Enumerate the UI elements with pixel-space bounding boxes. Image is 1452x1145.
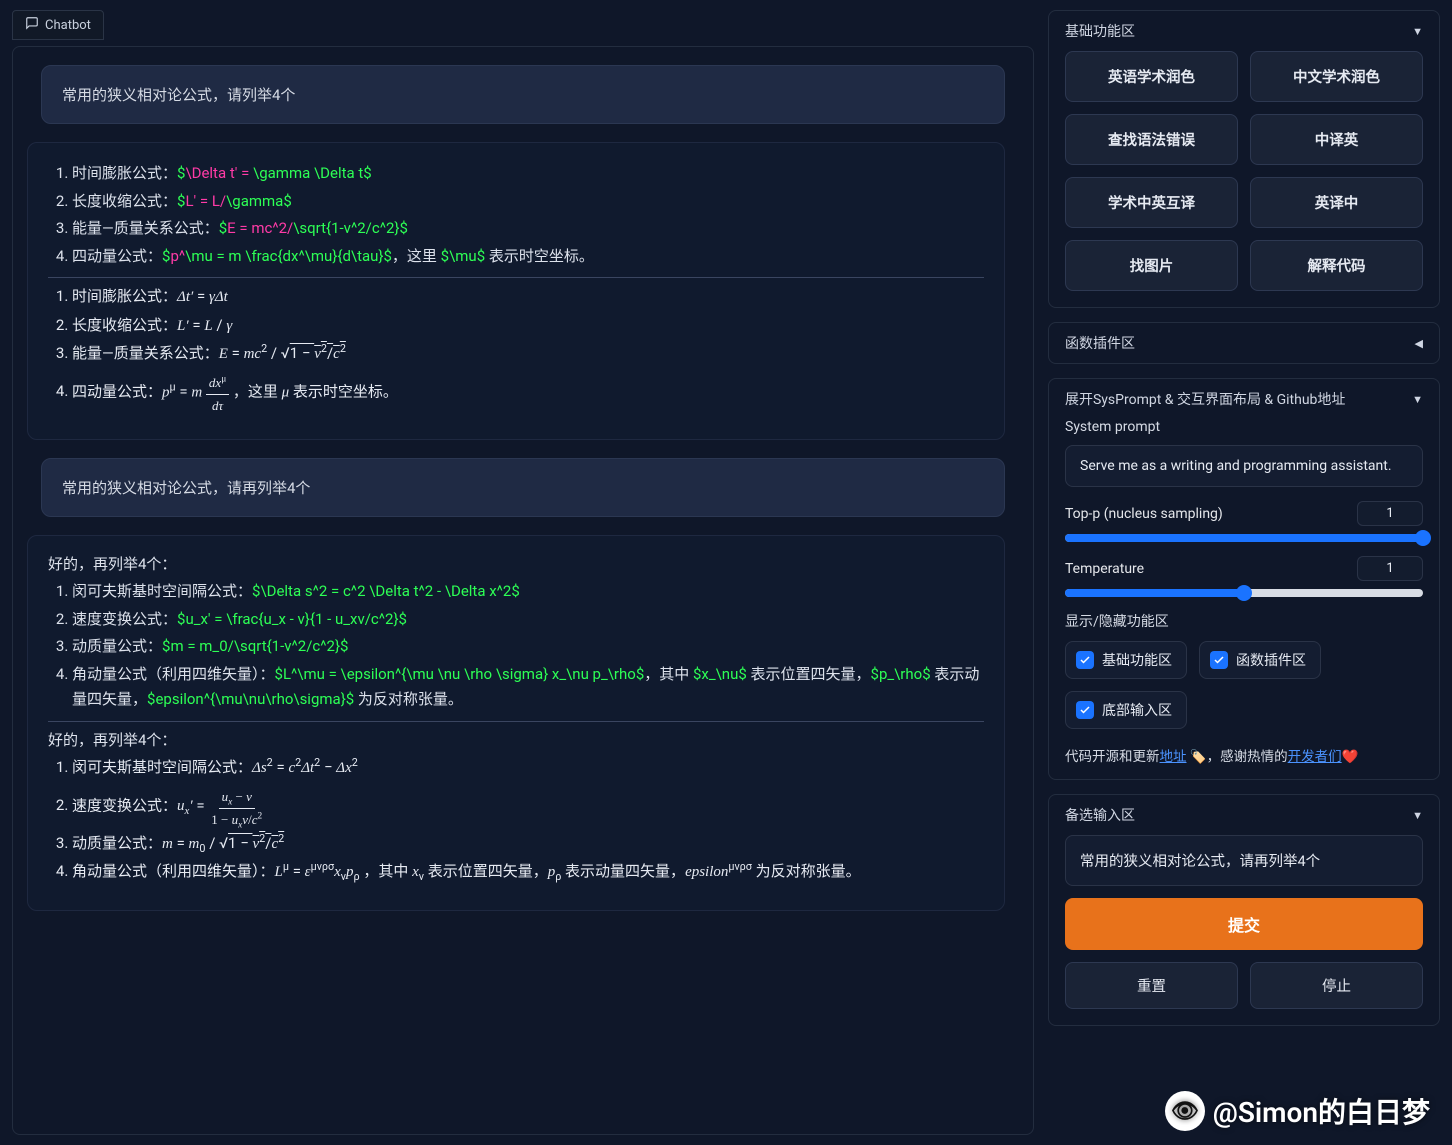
topp-value[interactable]: 1 [1357, 501, 1423, 526]
tab-strip: Chatbot [12, 10, 1034, 40]
reset-button[interactable]: 重置 [1065, 962, 1238, 1009]
assistant-message: 好的，再列举4个： 闵可夫斯基时空间隔公式：$\Delta s^2 = c^2 … [27, 535, 1005, 911]
panel-title: 备选输入区 [1065, 805, 1135, 825]
user-message: 常用的狭义相对论公式，请再列举4个 [41, 458, 1005, 517]
sys-prompt-input[interactable]: Serve me as a writing and programming as… [1065, 445, 1423, 487]
slider-thumb-icon[interactable] [1236, 585, 1252, 601]
panel-title: 展开SysPrompt & 交互界面布局 & Github地址 [1065, 389, 1345, 409]
fn-btn-zh2en[interactable]: 中译英 [1250, 114, 1423, 165]
fn-btn-grammar[interactable]: 查找语法错误 [1065, 114, 1238, 165]
heart-icon: ❤️ [1342, 749, 1359, 765]
checkbox-checked-icon [1210, 651, 1228, 669]
panel-expand-header[interactable]: 展开SysPrompt & 交互界面布局 & Github地址 ▼ [1049, 379, 1439, 419]
user-message: 常用的狭义相对论公式，请列举4个 [41, 65, 1005, 124]
panel-basic: 基础功能区 ▼ 英语学术润色 中文学术润色 查找语法错误 中译英 学术中英互译 … [1048, 10, 1440, 308]
credit-line: 代码开源和更新地址 🏷️，感谢热情的开发者们❤️ [1049, 745, 1439, 779]
checkbox-checked-icon [1076, 701, 1094, 719]
cb-bottom-input[interactable]: 底部输入区 [1065, 691, 1187, 729]
topp-label: Top-p (nucleus sampling) [1065, 506, 1223, 522]
checkbox-checked-icon [1076, 651, 1094, 669]
fn-btn-explain-code[interactable]: 解释代码 [1250, 240, 1423, 291]
temp-label: Temperature [1065, 561, 1144, 577]
panel-basic-header[interactable]: 基础功能区 ▼ [1049, 11, 1439, 51]
chevron-down-icon: ▼ [1412, 25, 1423, 38]
temp-slider[interactable] [1065, 589, 1423, 597]
chat-icon [25, 16, 39, 34]
cb-group-title: 显示/隐藏功能区 [1065, 611, 1423, 631]
link-repo[interactable]: 地址 [1160, 749, 1187, 765]
topp-slider[interactable] [1065, 534, 1423, 542]
fn-btn-bidir[interactable]: 学术中英互译 [1065, 177, 1238, 228]
assistant-message: 时间膨胀公式：$\Delta t' = \gamma \Delta t$ 长度收… [27, 142, 1005, 440]
slider-thumb-icon[interactable] [1415, 530, 1431, 546]
panel-input-header[interactable]: 备选输入区 ▼ [1049, 795, 1439, 835]
panel-title: 函数插件区 [1065, 333, 1135, 353]
fn-btn-en-polish[interactable]: 英语学术润色 [1065, 51, 1238, 102]
button-grid: 英语学术润色 中文学术润色 查找语法错误 中译英 学术中英互译 英译中 找图片 … [1065, 51, 1423, 291]
submit-button[interactable]: 提交 [1065, 898, 1423, 950]
tab-chatbot[interactable]: Chatbot [12, 10, 104, 40]
panel-expand: 展开SysPrompt & 交互界面布局 & Github地址 ▼ System… [1048, 378, 1440, 780]
cb-plugins[interactable]: 函数插件区 [1199, 641, 1321, 679]
cb-basic[interactable]: 基础功能区 [1065, 641, 1187, 679]
link-devs[interactable]: 开发者们 [1288, 749, 1342, 765]
fn-btn-en2zh[interactable]: 英译中 [1250, 177, 1423, 228]
alt-input[interactable]: 常用的狭义相对论公式，请再列举4个 [1065, 835, 1423, 886]
chevron-left-icon: ◀ [1415, 337, 1423, 350]
sys-prompt-label: System prompt [1065, 419, 1423, 435]
chevron-down-icon: ▼ [1412, 809, 1423, 822]
fn-btn-find-image[interactable]: 找图片 [1065, 240, 1238, 291]
tab-label: Chatbot [45, 18, 91, 33]
panel-plugins: 函数插件区 ◀ [1048, 322, 1440, 364]
fn-btn-zh-polish[interactable]: 中文学术润色 [1250, 51, 1423, 102]
chevron-down-icon: ▼ [1412, 393, 1423, 406]
chat-panel: 常用的狭义相对论公式，请列举4个 时间膨胀公式：$\Delta t' = \ga… [12, 46, 1034, 1135]
panel-plugins-header[interactable]: 函数插件区 ◀ [1049, 323, 1439, 363]
panel-title: 基础功能区 [1065, 21, 1135, 41]
stop-button[interactable]: 停止 [1250, 962, 1423, 1009]
temp-value[interactable]: 1 [1357, 556, 1423, 581]
panel-input: 备选输入区 ▼ 常用的狭义相对论公式，请再列举4个 提交 重置 停止 [1048, 794, 1440, 1026]
